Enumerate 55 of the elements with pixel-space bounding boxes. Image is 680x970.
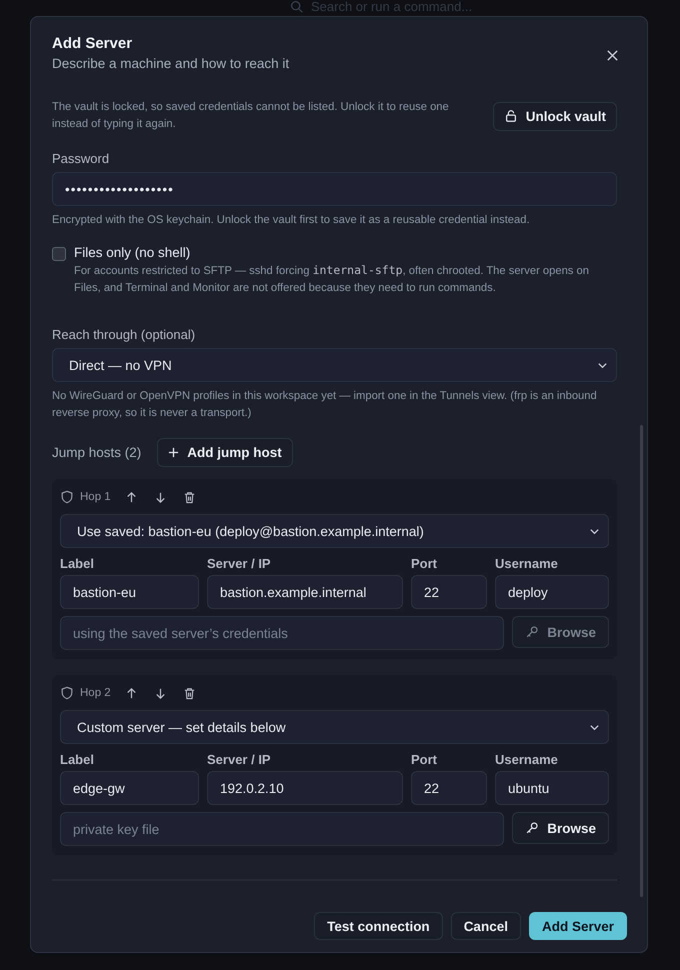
vpn-help: No WireGuard or OpenVPN profiles in this workspace yet — import one in the Tunnels view. (frp is an inbound reverse proxy, so it is never a transport.) [52,389,598,421]
key-file-field[interactable]: using the saved server’s credentials [60,616,504,650]
key-icon [525,625,540,639]
hop-title: Hop 1 [80,491,111,503]
field-label: Label [60,752,95,767]
unlock-vault-button[interactable]: Unlock vault [492,102,617,130]
server-source-select[interactable]: Custom server — set details below [60,710,609,744]
browse-button[interactable]: Browse [512,812,609,844]
label-field[interactable]: bastion-eu [60,575,199,609]
field-label: Reach through (optional) [52,327,196,342]
search-icon [290,0,303,12]
move-down-icon[interactable] [154,686,167,700]
footer-button[interactable]: Test connection [314,912,443,940]
key-icon [525,821,540,835]
server-field[interactable]: 192.0.2.10 [207,771,403,805]
plus-icon [168,447,180,458]
delete-icon[interactable] [182,686,196,700]
server-source-select[interactable]: Use saved: bastion-eu (deploy@bastion.example.internal) [60,514,609,548]
shield-icon [60,686,74,700]
shield-icon [60,490,74,504]
move-up-icon[interactable] [124,686,138,700]
move-up-icon[interactable] [124,490,138,504]
username-field[interactable]: deploy [495,575,609,609]
delete-icon[interactable] [182,490,196,504]
password-help: Encrypted with the OS keychain. Unlock the vault first to save it as a reusable credential instead. [52,213,531,228]
port-field[interactable]: 22 [411,771,487,805]
field-label: Password [52,151,110,166]
unlocked-padlock-icon [504,109,518,123]
label-field[interactable]: edge-gw [60,771,199,805]
footer-button[interactable]: Cancel [450,912,521,940]
field-label: Username [495,556,559,571]
dialog-title: Add Server [52,35,134,52]
field-label: Port [411,752,438,767]
move-down-icon[interactable] [154,490,167,504]
field-label: Server / IP [207,556,272,571]
field-label: Username [495,752,559,767]
dialog-subtitle: Describe a machine and how to reach it [52,56,290,71]
files-only-checkbox[interactable] [52,247,66,261]
jump-hosts-label: Jump hosts (2) [52,445,142,460]
hop-title: Hop 2 [80,687,111,699]
vpn-select[interactable]: Direct — no VPN [52,348,617,382]
field-label: Port [411,556,438,571]
add-jump-host-button[interactable]: Add jump host [157,438,293,467]
vault-locked-note: The vault is locked, so saved credentials cannot be listed. Unlock it to reuse one instead of typing it again. [52,100,450,132]
server-field[interactable]: bastion.example.internal [207,575,403,609]
username-field[interactable]: ubuntu [495,771,609,805]
key-file-field[interactable]: private key file [60,812,504,846]
footer-button[interactable]: Add Server [528,912,627,940]
password-field[interactable]: ••••••••••••••••••• [52,172,617,206]
close-icon [606,49,619,62]
files-only-help: For accounts restricted to SFTP — sshd forcing internal-sftp, often chrooted. The server opens on Files, and Terminal and Monitor are not offered because they need to run commands. [74,262,590,296]
port-field[interactable]: 22 [411,575,487,609]
field-label: Server / IP [207,752,272,767]
field-label: Label [60,556,95,571]
checkbox-label: Files only (no shell) [74,245,192,260]
